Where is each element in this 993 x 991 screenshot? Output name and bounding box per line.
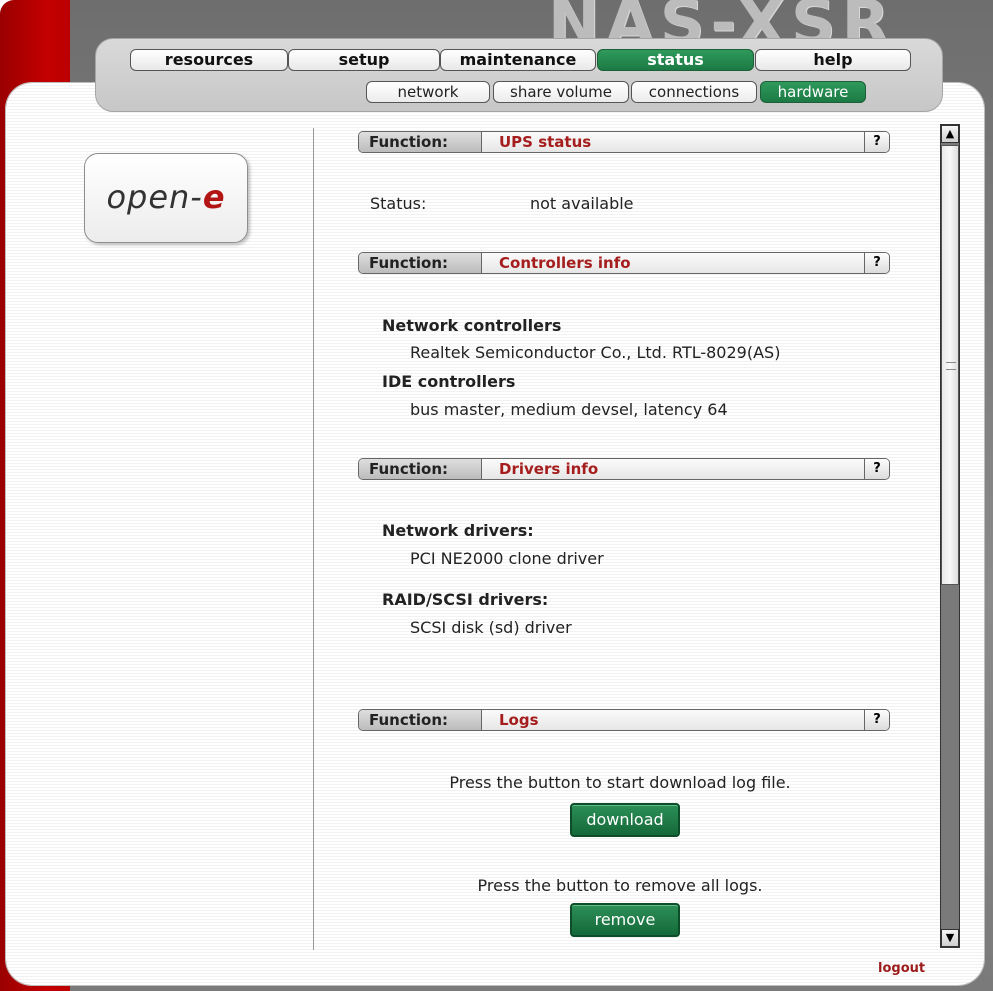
- download-log-text: Press the button to start download log f…: [449, 773, 791, 792]
- logout-link[interactable]: logout: [878, 961, 925, 976]
- function-bar-ups: Function: UPS status ?: [358, 131, 890, 153]
- function-label: Function:: [359, 459, 482, 479]
- logo-text: open-e: [85, 178, 247, 216]
- remove-button[interactable]: remove: [570, 903, 680, 937]
- remove-logs-text: Press the button to remove all logs.: [477, 876, 763, 895]
- tab-help[interactable]: help: [755, 49, 911, 71]
- function-label: Function:: [359, 253, 482, 273]
- function-bar-controllers: Function: Controllers info ?: [358, 252, 890, 274]
- scroll-up-arrow-icon[interactable]: ▲: [941, 125, 959, 143]
- scrollbar-thumb[interactable]: [941, 145, 959, 585]
- subtab-network[interactable]: network: [366, 81, 490, 103]
- ups-status-value: not available: [530, 194, 634, 213]
- help-button-ups[interactable]: ?: [864, 132, 889, 152]
- tab-maintenance[interactable]: maintenance: [440, 49, 596, 71]
- download-button[interactable]: download: [570, 803, 680, 837]
- ide-controllers-value: bus master, medium devsel, latency 64: [410, 400, 728, 419]
- tab-setup[interactable]: setup: [288, 49, 440, 71]
- open-e-logo: open-e: [84, 153, 248, 243]
- ide-controllers-heading: IDE controllers: [382, 372, 516, 391]
- raid-scsi-drivers-heading: RAID/SCSI drivers:: [382, 590, 549, 609]
- function-label: Function:: [359, 710, 482, 730]
- scroll-down-arrow-icon[interactable]: ▼: [941, 929, 959, 947]
- subtab-connections[interactable]: connections: [631, 81, 757, 103]
- network-drivers-value: PCI NE2000 clone driver: [410, 549, 604, 568]
- function-title-controllers: Controllers info: [499, 254, 631, 272]
- network-controllers-value: Realtek Semiconductor Co., Ltd. RTL-8029…: [410, 343, 781, 362]
- subtab-share-volume[interactable]: share volume: [493, 81, 629, 103]
- function-title-ups: UPS status: [499, 133, 592, 151]
- navigation-panel: resources setup maintenance status help …: [95, 38, 943, 112]
- scrollbar-grip-icon: [946, 362, 956, 370]
- subtab-hardware[interactable]: hardware: [760, 81, 866, 103]
- logo-suffix: e: [202, 178, 226, 216]
- column-divider: [313, 128, 314, 950]
- help-button-controllers[interactable]: ?: [864, 253, 889, 273]
- function-title-drivers: Drivers info: [499, 460, 599, 478]
- function-bar-drivers: Function: Drivers info ?: [358, 458, 890, 480]
- function-label: Function:: [359, 132, 482, 152]
- ups-status-label: Status:: [370, 194, 427, 213]
- raid-scsi-drivers-value: SCSI disk (sd) driver: [410, 618, 572, 637]
- network-controllers-heading: Network controllers: [382, 316, 562, 335]
- network-drivers-heading: Network drivers:: [382, 521, 534, 540]
- logo-prefix: open-: [106, 178, 203, 216]
- tab-resources[interactable]: resources: [130, 49, 288, 71]
- help-button-drivers[interactable]: ?: [864, 459, 889, 479]
- vertical-scrollbar[interactable]: ▲ ▼: [940, 124, 960, 948]
- function-title-logs: Logs: [499, 711, 539, 729]
- tab-status[interactable]: status: [597, 49, 754, 71]
- help-button-logs[interactable]: ?: [864, 710, 889, 730]
- function-bar-logs: Function: Logs ?: [358, 709, 890, 731]
